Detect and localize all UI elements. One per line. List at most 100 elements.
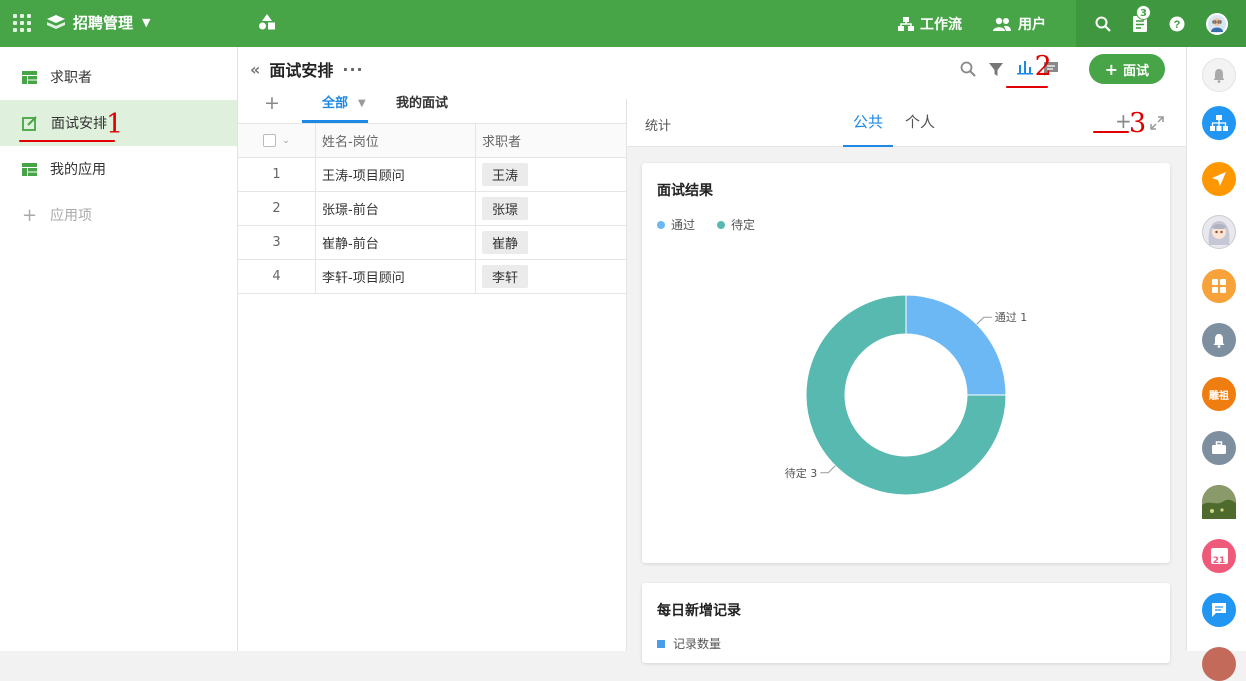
legend-swatch — [657, 639, 665, 648]
row-index: 3 — [238, 226, 316, 259]
more-avatar[interactable] — [1202, 647, 1236, 681]
table-view-icon — [22, 162, 37, 176]
nav-item-label: 面试安排 — [51, 116, 107, 132]
landscape-photo-icon — [1202, 485, 1236, 519]
select-all-cell[interactable]: ⌄ — [238, 124, 316, 157]
column-header-applicant[interactable]: 求职者 — [476, 124, 626, 157]
anime-avatar-icon — [1208, 221, 1230, 245]
messages-button[interactable] — [1202, 593, 1236, 627]
workflow-link[interactable]: 工作流 — [898, 14, 962, 34]
send-button[interactable] — [1202, 162, 1236, 196]
filter-icon[interactable] — [988, 61, 1004, 77]
plus-icon: + — [1104, 59, 1118, 79]
svg-text:?: ? — [1173, 19, 1180, 31]
expand-icon[interactable] — [1150, 116, 1164, 130]
select-all-checkbox[interactable] — [263, 134, 277, 147]
top-bar: 招聘管理 ▼ 工作流 用户 3 ? — [0, 0, 1246, 47]
donut-label-1: 待定 3 — [785, 466, 818, 480]
annotation-underline-3 — [1093, 131, 1129, 133]
chart-legend: 记录数量 — [657, 635, 721, 652]
donut-label-0: 通过 1 — [995, 311, 1028, 324]
table-row[interactable]: 1 王涛-项目顾问 王涛 — [238, 158, 626, 192]
stats-panel-header: 统计 公共 个人 + 3 — [627, 99, 1186, 147]
notifications-button[interactable] — [1202, 58, 1236, 92]
edit-form-icon — [22, 116, 37, 131]
donut-chart: 通过 1 待定 3 — [785, 294, 1028, 496]
calendar-icon: 21 — [1210, 548, 1228, 566]
view-toolbar: 2 + 面试 — [960, 53, 1165, 88]
applicant-chip[interactable]: 崔静 — [482, 231, 529, 254]
add-interview-button[interactable]: + 面试 — [1088, 54, 1165, 84]
chat-icon — [1212, 603, 1226, 617]
interview-table: ⌄ 姓名-岗位 求职者 1 王涛-项目顾问 王涛 2 张璟-前台 张璟 3 崔静… — [238, 124, 626, 651]
calendar-button[interactable]: 21 — [1202, 539, 1236, 573]
bell-icon — [1213, 68, 1225, 83]
nav-item-applicants[interactable]: 求职者 — [0, 54, 237, 100]
donut-slice-0[interactable] — [905, 294, 1007, 396]
row-applicant-cell[interactable]: 李轩 — [476, 260, 626, 293]
row-applicant-cell[interactable]: 张璟 — [476, 192, 626, 225]
contact-avatar[interactable] — [1202, 215, 1236, 249]
reminders-button[interactable] — [1202, 323, 1236, 357]
table-header-row: ⌄ 姓名-岗位 求职者 — [238, 124, 626, 158]
calendar-day: 21 — [1212, 556, 1226, 566]
annotation-mark-1: 1 — [106, 109, 124, 140]
group-button[interactable]: 雕祖 — [1202, 377, 1236, 411]
notification-badge: 3 — [1136, 5, 1151, 20]
tab-personal[interactable]: 个人 — [895, 99, 945, 147]
add-app-item[interactable]: + 应用项 — [0, 192, 237, 238]
app-name: 招聘管理 — [73, 14, 134, 32]
row-name-cell[interactable]: 张璟-前台 — [316, 192, 476, 225]
workflow-label: 工作流 — [920, 16, 962, 33]
search-icon[interactable] — [960, 61, 976, 77]
nav-item-my-apps[interactable]: 我的应用 — [0, 146, 237, 192]
page-title: 面试安排 — [269, 61, 334, 80]
applicant-chip[interactable]: 张璟 — [482, 197, 529, 220]
applicant-chip[interactable]: 李轩 — [482, 265, 529, 288]
nav-item-label: 应用项 — [50, 208, 92, 224]
table-row[interactable]: 2 张璟-前台 张璟 — [238, 192, 626, 226]
apps-button[interactable] — [1202, 269, 1236, 303]
row-name-cell[interactable]: 崔静-前台 — [316, 226, 476, 259]
row-name-cell[interactable]: 王涛-项目顾问 — [316, 158, 476, 191]
org-chart-icon — [1210, 115, 1228, 131]
group-badge-label: 雕祖 — [1209, 390, 1229, 402]
help-icon[interactable]: ? — [1169, 16, 1185, 32]
shapes-icon[interactable] — [258, 13, 276, 31]
row-applicant-cell[interactable]: 崔静 — [476, 226, 626, 259]
table-row[interactable]: 4 李轩-项目顾问 李轩 — [238, 260, 626, 294]
app-grid-icon[interactable] — [13, 14, 31, 32]
table-row[interactable]: 3 崔静-前台 崔静 — [238, 226, 626, 260]
tab-all[interactable]: 全部 ▼ — [302, 89, 368, 123]
tab-public[interactable]: 公共 — [843, 99, 894, 147]
user-avatar[interactable] — [1205, 12, 1228, 35]
briefcase-button[interactable] — [1202, 431, 1236, 465]
users-icon — [993, 17, 1011, 31]
bell-icon — [1213, 333, 1225, 348]
search-icon[interactable] — [1095, 16, 1111, 32]
row-name-cell[interactable]: 李轩-项目顾问 — [316, 260, 476, 293]
org-chart-button[interactable] — [1202, 106, 1236, 140]
donut-leader-line-0 — [976, 316, 992, 325]
briefcase-icon — [1212, 441, 1226, 454]
chevron-down-icon[interactable]: ⌄ — [282, 136, 290, 146]
annotation-underline-2 — [1005, 86, 1048, 88]
column-header-name[interactable]: 姓名-岗位 — [316, 124, 476, 157]
collapse-sidebar-icon[interactable]: « — [250, 60, 260, 79]
row-applicant-cell[interactable]: 王涛 — [476, 158, 626, 191]
tab-my-interviews[interactable]: 我的面试 — [396, 89, 448, 123]
applicant-chip[interactable]: 王涛 — [482, 163, 529, 186]
users-label: 用户 — [1018, 16, 1046, 33]
view-tabs: + 全部 ▼ 我的面试 — [238, 89, 626, 124]
more-icon[interactable]: ··· — [342, 60, 363, 79]
annotation-underline-1 — [19, 140, 115, 142]
app-switcher[interactable]: 招聘管理 ▼ — [46, 12, 150, 33]
add-view-icon[interactable]: + — [264, 92, 280, 114]
table-view-icon — [22, 70, 37, 84]
caret-down-icon: ▼ — [358, 98, 366, 109]
right-sidebar: 雕祖 21 — [1186, 47, 1246, 681]
contact-avatar-photo[interactable] — [1202, 485, 1236, 519]
users-link[interactable]: 用户 — [992, 14, 1046, 34]
stats-toggle[interactable]: 2 — [1005, 53, 1052, 88]
nav-item-interviews[interactable]: 面试安排 1 — [0, 100, 237, 146]
